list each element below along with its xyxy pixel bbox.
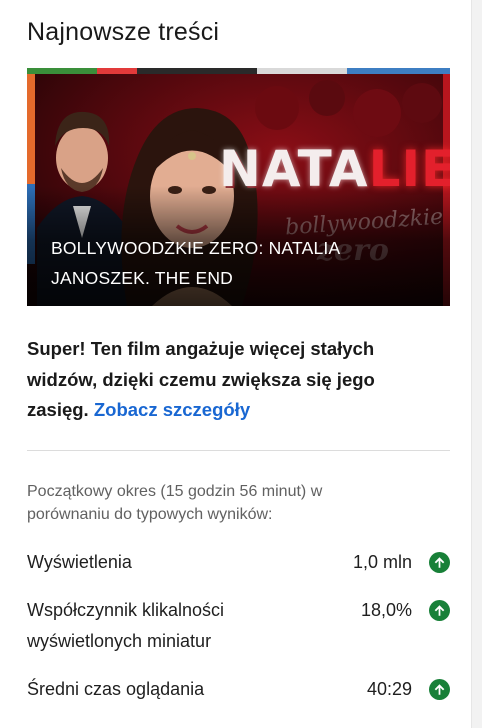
metric-label: Średni czas oglądania <box>27 679 205 699</box>
metric-value: 18,0% <box>360 600 412 620</box>
scrollbar-track[interactable] <box>471 0 482 728</box>
arrow-up-circle-icon <box>429 552 450 573</box>
see-details-link[interactable]: Zobacz szczegóły <box>94 399 250 420</box>
comparison-period-text: Początkowy okres (15 godzin 56 minut) w … <box>27 483 323 523</box>
video-title[interactable]: BOLLYWOODZKIE ZERO: NATALIA JANOSZEK. TH… <box>51 233 381 293</box>
metric-row-views: Wyświetlenia 1,0 mln <box>27 547 450 578</box>
metric-label: Wyświetlenia <box>27 552 132 572</box>
metric-value: 1,0 mln <box>352 552 412 572</box>
metric-row-ctr: Współczynnik klikalności wyświetlonych m… <box>27 595 450 657</box>
metric-label: Współczynnik klikalności wyświetlonych m… <box>27 600 225 651</box>
section-title: Najnowsze treści <box>27 18 220 46</box>
metric-value: 40:29 <box>366 679 412 699</box>
arrow-up-circle-icon <box>429 679 450 700</box>
insight-message: Super! Ten film angażuje więcej stałych … <box>27 334 427 426</box>
metric-row-avg-view-duration: Średni czas oglądania 40:29 <box>27 674 450 705</box>
video-thumbnail[interactable]: NATALIE bollywoodzkie zero BOLLYWOODZKIE… <box>27 68 450 306</box>
divider <box>27 450 450 451</box>
arrow-up-circle-icon <box>429 600 450 621</box>
